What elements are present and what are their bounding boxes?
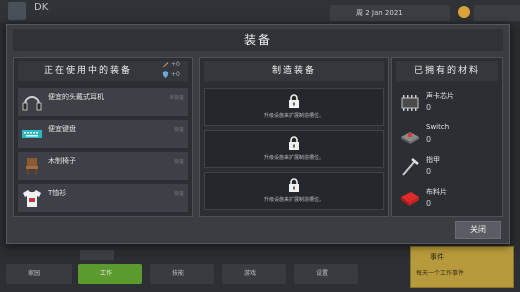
equipped-item-tag: 未装备	[168, 95, 184, 101]
date-display: 周 2 Jan 2021	[330, 5, 450, 21]
equipped-item-tag: 装备	[173, 127, 184, 133]
material-item: 布料片 0	[396, 184, 498, 214]
equipped-item-tag: 装备	[173, 191, 184, 197]
chip-icon	[398, 91, 422, 115]
crafting-panel: 制造装备 升级设施来扩展制造槽位。 升级设施来扩展制造槽位。 升级设施来扩展制造…	[199, 57, 389, 217]
materials-header: 已拥有的材料	[396, 61, 498, 81]
lock-icon	[289, 94, 299, 108]
chair-icon	[26, 158, 38, 175]
nail-icon	[398, 155, 422, 179]
material-item: Switch 0	[396, 120, 498, 150]
material-name: 声卡芯片	[426, 92, 454, 100]
materials-panel: 已拥有的材料 声卡芯片 0 Switch 0 指甲 0 布料片 0	[391, 57, 503, 217]
material-count: 0	[426, 199, 432, 208]
equipped-header-label: 正在使用中的装备	[44, 66, 133, 76]
close-button[interactable]: 关闭	[455, 221, 501, 239]
equipped-item-label: 便宜键盘	[48, 125, 76, 133]
equipped-panel: 正在使用中的装备 +0 +0 便宜的头戴式耳机 未装备 便宜键盘 装备 木制椅子…	[13, 57, 193, 217]
equipped-item-label: 木制椅子	[48, 157, 76, 165]
coin-icon	[458, 6, 470, 18]
headphones-icon	[22, 96, 42, 111]
bottom-button-games[interactable]: 游戏	[222, 264, 286, 284]
material-name: 布料片	[426, 188, 447, 196]
sword-icon	[162, 61, 169, 68]
player-name: DK	[34, 2, 49, 13]
bottom-button-settings[interactable]: 设置	[294, 264, 358, 284]
bottom-small-tab[interactable]	[80, 250, 114, 260]
crafting-slot-locked[interactable]: 升级设施来扩展制造槽位。	[204, 172, 384, 210]
material-item: 声卡芯片 0	[396, 88, 498, 118]
equipped-item-label: 便宜的头戴式耳机	[48, 93, 104, 101]
crafting-slot-text: 升级设施来扩展制造槽位。	[263, 113, 324, 119]
material-name: 指甲	[426, 156, 440, 164]
event-tile-title: 事件	[430, 253, 444, 261]
switch-icon	[398, 123, 422, 147]
fabric-icon	[398, 187, 422, 211]
crafting-slot-locked[interactable]: 升级设施来扩展制造槽位。	[204, 88, 384, 126]
dialog-title: 装备	[13, 29, 503, 51]
crafting-slot-text: 升级设施来扩展制造槽位。	[263, 197, 324, 203]
attack-stat: +0	[162, 61, 180, 68]
equipment-dialog: 装备 正在使用中的装备 +0 +0 便宜的头戴式耳机 未装备 便宜键盘 装备 木…	[6, 24, 510, 244]
equipped-item-label: T恤衫	[48, 189, 67, 197]
event-tile-desc: 每天一个工作事件	[416, 270, 465, 277]
bottom-button-skills[interactable]: 技能	[150, 264, 214, 284]
equipped-item[interactable]: 便宜的头戴式耳机 未装备	[18, 88, 188, 116]
money-display	[474, 5, 520, 21]
material-count: 0	[426, 167, 432, 176]
material-item: 指甲 0	[396, 152, 498, 182]
material-count: 0	[426, 135, 432, 144]
defense-stat: +0	[162, 71, 180, 78]
equipped-item[interactable]: 便宜键盘 装备	[18, 120, 188, 148]
crafting-slot-text: 升级设施来扩展制造槽位。	[263, 155, 324, 161]
bottom-button-work[interactable]: 工作	[78, 264, 142, 284]
crafting-header: 制造装备	[204, 61, 384, 81]
crafting-slot-locked[interactable]: 升级设施来扩展制造槽位。	[204, 130, 384, 168]
tshirt-icon	[23, 190, 41, 207]
equipped-item[interactable]: T恤衫 装备	[18, 184, 188, 212]
avatar[interactable]	[8, 2, 26, 20]
lock-icon	[289, 178, 299, 192]
bottom-button-home[interactable]: 家园	[6, 264, 72, 284]
equipped-item[interactable]: 木制椅子 装备	[18, 152, 188, 180]
material-name: Switch	[426, 123, 450, 131]
shield-icon	[162, 71, 169, 78]
lock-icon	[289, 136, 299, 150]
event-tile[interactable]	[410, 246, 514, 288]
equipped-item-tag: 装备	[173, 159, 184, 165]
keyboard-icon	[22, 130, 42, 138]
material-count: 0	[426, 103, 432, 112]
